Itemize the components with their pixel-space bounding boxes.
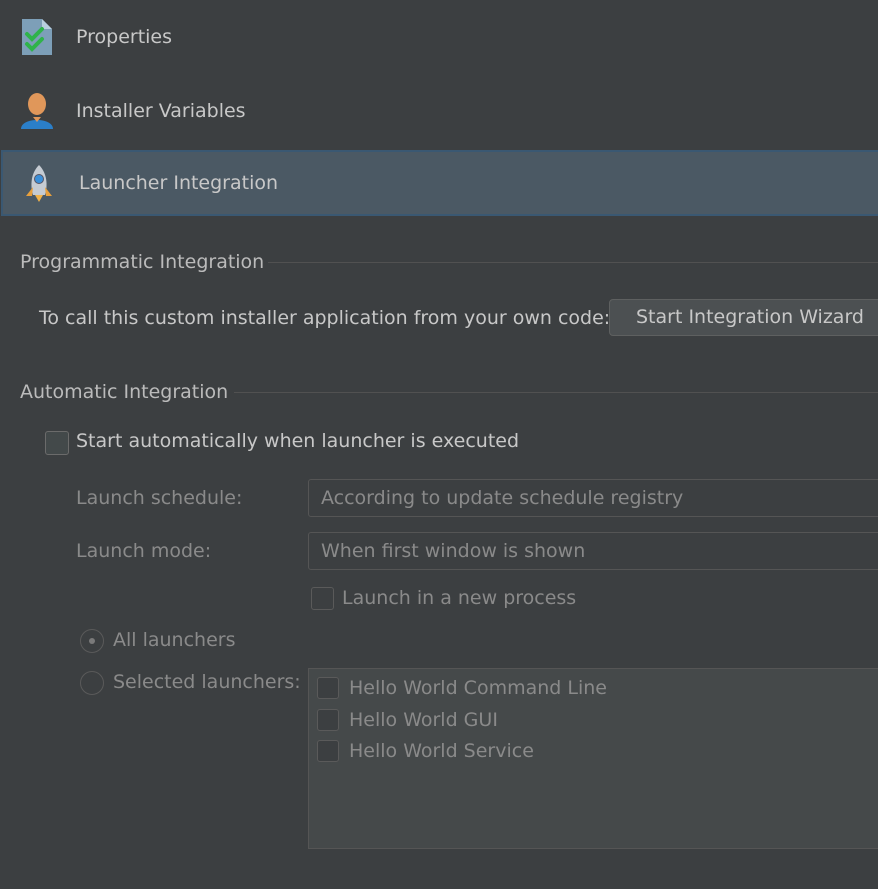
list-item[interactable]: Hello World Service: [317, 738, 534, 764]
new-process-label: Launch in a new process: [342, 587, 577, 609]
all-launchers-label: All launchers: [113, 629, 236, 651]
automatic-integration-title: Automatic Integration: [20, 381, 229, 403]
programmatic-integration-title: Programmatic Integration: [20, 251, 265, 273]
nav-item-installer-variables[interactable]: Installer Variables: [0, 78, 878, 144]
all-launchers-radio[interactable]: [80, 629, 104, 653]
selected-launchers-label: Selected launchers:: [113, 671, 301, 693]
launch-mode-label: Launch mode:: [76, 540, 212, 562]
nav-item-label: Launcher Integration: [79, 172, 279, 194]
section-divider: [268, 262, 878, 263]
start-integration-wizard-button[interactable]: Start Integration Wizard: [609, 299, 878, 336]
launch-schedule-select[interactable]: According to update schedule registry: [308, 479, 878, 517]
launcher-label: Hello World GUI: [349, 709, 498, 731]
properties-icon: [18, 17, 56, 57]
launcher-checkbox[interactable]: [317, 709, 339, 731]
rocket-icon: [20, 163, 58, 203]
programmatic-description: To call this custom installer applicatio…: [39, 307, 611, 329]
nav-item-label: Installer Variables: [76, 100, 246, 122]
section-divider: [234, 392, 878, 393]
launchers-list[interactable]: Hello World Command Line Hello World GUI…: [308, 668, 878, 849]
launch-mode-select[interactable]: When first window is shown: [308, 532, 878, 570]
list-item[interactable]: Hello World GUI: [317, 707, 498, 733]
user-icon: [18, 91, 56, 131]
launcher-checkbox[interactable]: [317, 677, 339, 699]
radio-selected-dot: [89, 638, 95, 644]
new-process-checkbox[interactable]: [311, 587, 334, 610]
start-automatically-checkbox[interactable]: [45, 431, 69, 455]
start-automatically-label: Start automatically when launcher is exe…: [76, 430, 520, 452]
list-item[interactable]: Hello World Command Line: [317, 675, 607, 701]
launch-schedule-label: Launch schedule:: [76, 487, 243, 509]
selected-launchers-radio[interactable]: [80, 671, 104, 695]
nav-item-launcher-integration[interactable]: Launcher Integration: [1, 150, 878, 216]
launcher-label: Hello World Service: [349, 740, 534, 762]
nav-item-properties[interactable]: Properties: [0, 4, 878, 70]
launcher-checkbox[interactable]: [317, 740, 339, 762]
nav-item-label: Properties: [76, 26, 173, 48]
launcher-label: Hello World Command Line: [349, 677, 607, 699]
